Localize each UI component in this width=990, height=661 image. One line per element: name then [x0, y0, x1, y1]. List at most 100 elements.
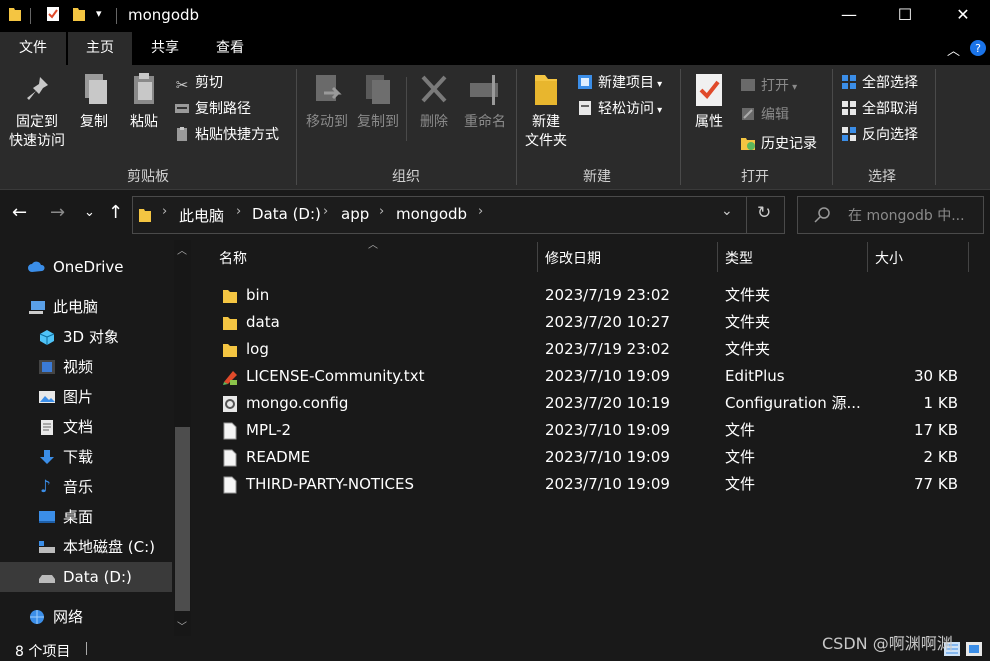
nav-item-this-pc[interactable]: 此电脑 [0, 292, 172, 322]
copy-to-button[interactable]: 复制到 [354, 71, 402, 132]
new-item-button[interactable]: 新建项目 ▾ [577, 72, 662, 94]
nav-item-documents[interactable]: 文档 [0, 412, 172, 442]
file-row[interactable]: bin 2023/7/19 23:02 文件夹 [216, 282, 976, 309]
nav-scroll-thumb[interactable] [175, 427, 190, 611]
file-row[interactable]: mongo.config 2023/7/20 10:19 Configurati… [216, 390, 976, 417]
watermark: CSDN @啊渊啊渊 [822, 634, 953, 653]
select-all-button[interactable]: 全部选择 [841, 72, 918, 94]
file-row[interactable]: MPL-2 2023/7/10 19:09 文件 17 KB [216, 417, 976, 444]
chevron-right-icon[interactable]: › [323, 204, 328, 219]
breadcrumb-this-pc[interactable]: 此电脑 [179, 205, 224, 226]
copy-button[interactable]: 复制 [72, 71, 116, 132]
rename-button[interactable]: 重命名 [458, 71, 512, 132]
search-icon [814, 207, 830, 223]
delete-button[interactable]: 删除 [412, 71, 456, 132]
pin-label-2: 快速访问 [9, 133, 65, 149]
minimize-button[interactable]: — [826, 0, 872, 32]
nav-item-videos[interactable]: 视频 [0, 352, 172, 382]
large-icons-view-icon[interactable] [966, 642, 982, 656]
scroll-down-icon[interactable]: ﹀ [177, 618, 187, 633]
search-box[interactable]: 在 mongodb 中... [797, 196, 984, 234]
download-icon [40, 450, 54, 464]
move-to-button[interactable]: 移动到 [302, 71, 352, 132]
breadcrumb-app[interactable]: app [341, 205, 369, 223]
select-none-label: 全部取消 [862, 101, 918, 117]
paste-button[interactable]: 粘贴 [122, 71, 166, 132]
rename-icon [470, 75, 498, 105]
nav-item-downloads[interactable]: 下载 [0, 442, 172, 472]
move-to-label: 移动到 [306, 114, 348, 130]
column-divider[interactable] [537, 242, 538, 272]
file-row[interactable]: THIRD-PARTY-NOTICES 2023/7/10 19:09 文件 7… [216, 471, 976, 498]
collapse-ribbon-icon[interactable]: ︿ [947, 40, 960, 59]
edit-button[interactable]: 编辑 [740, 104, 789, 126]
cloud-icon [28, 261, 45, 272]
properties-button[interactable]: 属性 [686, 71, 732, 132]
column-divider[interactable] [968, 242, 969, 272]
svg-text:?: ? [975, 42, 981, 55]
up-arrow-icon[interactable]: ↑ [108, 202, 123, 223]
nav-item-drive-c[interactable]: 本地磁盘 (C:) [0, 532, 172, 562]
close-button[interactable]: ✕ [940, 0, 986, 32]
pin-to-quick-access-button[interactable]: 固定到 快速访问 [4, 71, 70, 151]
nav-item-network[interactable]: 网络 [0, 602, 172, 632]
column-header-type[interactable]: 类型 [725, 248, 753, 268]
column-divider[interactable] [867, 242, 868, 272]
nav-item-desktop[interactable]: 桌面 [0, 502, 172, 532]
address-bar[interactable]: › 此电脑 › Data (D:) › app › mongodb › ⌄ ↻ [132, 196, 785, 234]
nav-item-onedrive[interactable]: OneDrive [0, 252, 172, 282]
file-size: 1 KB [923, 394, 958, 412]
scroll-up-icon[interactable]: ︿ [177, 242, 187, 257]
file-row[interactable]: LICENSE-Community.txt 2023/7/10 19:09 Ed… [216, 363, 976, 390]
edit-icon [742, 108, 754, 120]
nav-item-drive-d[interactable]: Data (D:) [0, 562, 172, 592]
select-none-button[interactable]: 全部取消 [841, 98, 918, 120]
select-all-icon [842, 75, 856, 89]
file-row[interactable]: README 2023/7/10 19:09 文件 2 KB [216, 444, 976, 471]
tab-share[interactable]: 共享 [136, 32, 194, 65]
nav-item-music[interactable]: ♪ 音乐 [0, 472, 172, 502]
file-name: mongo.config [246, 394, 349, 412]
chevron-right-icon[interactable]: › [478, 204, 483, 219]
new-item-icon [578, 75, 592, 89]
nav-item-pictures[interactable]: 图片 [0, 382, 172, 412]
back-arrow-icon[interactable]: ← [12, 202, 27, 223]
tab-home[interactable]: 主页 [68, 32, 132, 65]
nav-item-3d-objects[interactable]: 3D 对象 [0, 322, 172, 352]
nav-label: 音乐 [63, 478, 94, 496]
open-button[interactable]: 打开 ▾ [740, 75, 797, 97]
tab-view[interactable]: 查看 [200, 32, 260, 65]
breadcrumb-mongodb[interactable]: mongodb [396, 205, 467, 223]
editplus-file-icon [223, 371, 237, 385]
copy-path-button[interactable]: 复制路径 [174, 98, 251, 120]
file-row[interactable]: data 2023/7/20 10:27 文件夹 [216, 309, 976, 336]
forward-arrow-icon[interactable]: → [50, 202, 65, 223]
help-icon[interactable]: ? [970, 40, 986, 56]
maximize-button[interactable]: ☐ [882, 0, 928, 32]
desktop-icon [39, 511, 55, 523]
properties-quick-icon[interactable] [46, 6, 60, 22]
column-header-date[interactable]: 修改日期 [545, 248, 601, 268]
paste-shortcut-button[interactable]: 粘贴快捷方式 [174, 124, 279, 146]
column-header-size[interactable]: 大小 [875, 248, 903, 268]
address-history-dropdown-icon[interactable]: ⌄ [721, 203, 733, 219]
cut-button[interactable]: ✂ 剪切 [174, 72, 223, 94]
breadcrumb-data-d[interactable]: Data (D:) [252, 205, 321, 223]
group-label-select: 选择 [868, 169, 896, 185]
invert-selection-button[interactable]: 反向选择 [841, 124, 918, 146]
chevron-right-icon[interactable]: › [162, 204, 167, 219]
recent-locations-icon[interactable]: ⌄ [84, 205, 95, 220]
chevron-right-icon[interactable]: › [379, 204, 384, 219]
easy-access-button[interactable]: 轻松访问 ▾ [577, 98, 662, 120]
refresh-icon[interactable]: ↻ [757, 203, 771, 223]
column-divider[interactable] [717, 242, 718, 272]
new-folder-quick-icon[interactable] [72, 6, 86, 22]
file-row[interactable]: log 2023/7/19 23:02 文件夹 [216, 336, 976, 363]
quick-access-dropdown-icon[interactable]: ▾ [96, 7, 102, 20]
open-icon [741, 79, 755, 91]
column-header-name[interactable]: 名称 [219, 248, 247, 268]
new-folder-button[interactable]: 新建 文件夹 [520, 71, 572, 151]
chevron-right-icon[interactable]: › [236, 204, 241, 219]
tab-file[interactable]: 文件 [0, 32, 66, 65]
history-button[interactable]: 历史记录 [740, 133, 817, 155]
